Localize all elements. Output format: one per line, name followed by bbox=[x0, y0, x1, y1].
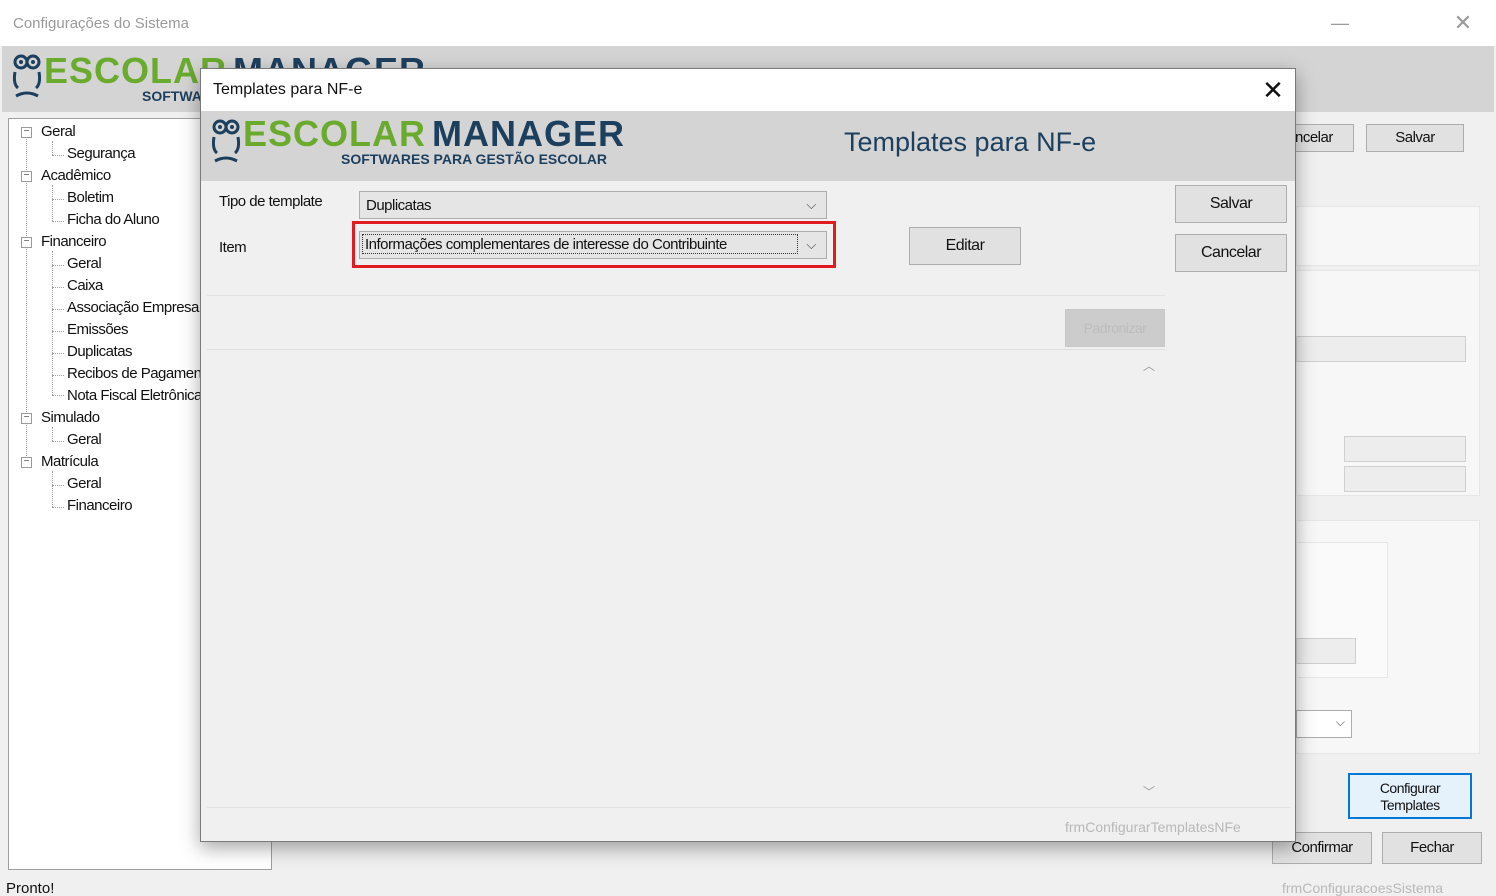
separator bbox=[207, 807, 1291, 808]
bg-title-bar: Configurações do Sistema — ✕ bbox=[0, 0, 1496, 46]
tree-expander-icon[interactable]: − bbox=[21, 413, 32, 424]
tree-node-geral[interactable]: Geral bbox=[41, 123, 76, 140]
dialog-title: Templates para NF-e bbox=[213, 81, 363, 98]
tree-node-simulado[interactable]: Simulado bbox=[41, 409, 100, 426]
tree-node-associacao-empresa[interactable]: Associação Empresa bbox=[67, 299, 199, 316]
bg-disabled-combo bbox=[1296, 638, 1356, 664]
tree-node-emissoes[interactable]: Emissões bbox=[67, 321, 129, 338]
save-button[interactable]: Salvar bbox=[1175, 185, 1287, 223]
cancel-button[interactable]: Cancelar bbox=[1175, 234, 1287, 272]
tree-expander-icon[interactable]: − bbox=[21, 237, 32, 248]
tree-node-nfe[interactable]: Nota Fiscal Eletrônica bbox=[67, 387, 202, 404]
minimize-icon[interactable]: — bbox=[1328, 8, 1352, 38]
bg-settings-panel bbox=[1296, 206, 1480, 266]
bg-settings-panel bbox=[1296, 270, 1480, 496]
separator bbox=[207, 295, 1165, 296]
template-editor[interactable] bbox=[207, 349, 1165, 803]
bg-disabled-field bbox=[1344, 436, 1466, 462]
bg-disabled-field bbox=[1344, 466, 1466, 492]
bg-combo[interactable]: ⌵ bbox=[1296, 710, 1352, 738]
dialog-title-bar: Templates para NF-e ✕ bbox=[201, 69, 1295, 111]
bg-disabled-combo bbox=[1296, 336, 1466, 362]
status-text: Pronto! bbox=[6, 880, 55, 896]
tree-node-recibos[interactable]: Recibos de Pagamento bbox=[67, 365, 213, 382]
dialog-form-name: frmConfigurarTemplatesNFe bbox=[1065, 819, 1241, 835]
scroll-up-icon[interactable]: ︿ bbox=[1143, 357, 1155, 374]
tree-node-boletim[interactable]: Boletim bbox=[67, 189, 114, 206]
close-button[interactable]: Fechar bbox=[1382, 832, 1482, 864]
templates-nfe-dialog: Templates para NF-e ✕ ESCOLAR MANAGER SOF… bbox=[200, 68, 1296, 842]
dialog-close-icon[interactable]: ✕ bbox=[1253, 73, 1293, 107]
dialog-logo-subtitle: SOFTWARES PARA GESTÃO ESCOLAR bbox=[341, 151, 608, 167]
edit-button[interactable]: Editar bbox=[909, 227, 1021, 265]
tree-node-ficha-aluno[interactable]: Ficha do Aluno bbox=[67, 211, 160, 228]
chevron-down-icon: ⌵ bbox=[806, 197, 816, 212]
tree-node-caixa[interactable]: Caixa bbox=[67, 277, 103, 294]
tree-node-seguranca[interactable]: Segurança bbox=[67, 145, 136, 162]
tree-node-sim-geral[interactable]: Geral bbox=[67, 431, 102, 448]
tree-expander-icon[interactable]: − bbox=[21, 171, 32, 182]
bg-cancel-button[interactable]: ncelar bbox=[1290, 124, 1354, 152]
tree-expander-icon[interactable]: − bbox=[21, 457, 32, 468]
template-type-label: Tipo de template bbox=[219, 193, 323, 210]
dialog-logo-wordmark: ESCOLAR MANAGER bbox=[243, 113, 626, 154]
bg-window-title: Configurações do Sistema bbox=[13, 15, 189, 32]
scroll-down-icon[interactable]: ﹀ bbox=[1143, 783, 1155, 800]
template-type-value: Duplicatas bbox=[366, 197, 432, 214]
dialog-logo-banner: ESCOLAR MANAGER SOFTWARES PARA GESTÃO ESC… bbox=[201, 111, 1295, 181]
defaults-button: Padronizar bbox=[1065, 309, 1165, 347]
tree-node-mat-financeiro[interactable]: Financeiro bbox=[67, 497, 133, 514]
tree-node-matricula[interactable]: Matrícula bbox=[41, 453, 99, 470]
tree-node-duplicatas[interactable]: Duplicatas bbox=[67, 343, 133, 360]
tree-node-financeiro[interactable]: Financeiro bbox=[41, 233, 107, 250]
bg-form-name: frmConfiguracoesSistema bbox=[1282, 880, 1444, 896]
tree-node-academico[interactable]: Acadêmico bbox=[41, 167, 111, 184]
item-select-highlight bbox=[352, 221, 836, 268]
tree-node-mat-geral[interactable]: Geral bbox=[67, 475, 102, 492]
owl-logo-icon bbox=[12, 54, 42, 98]
configure-templates-button[interactable]: Configurar Templates bbox=[1348, 773, 1472, 819]
template-type-select[interactable]: Duplicatas ⌵ bbox=[359, 191, 827, 219]
tree-node-fin-geral[interactable]: Geral bbox=[67, 255, 102, 272]
close-icon[interactable]: ✕ bbox=[1450, 8, 1476, 38]
dialog-heading: Templates para NF-e bbox=[844, 127, 1097, 157]
item-label: Item bbox=[219, 239, 247, 256]
owl-logo-icon bbox=[211, 119, 241, 163]
tree-expander-icon[interactable]: − bbox=[21, 127, 32, 138]
bg-save-button[interactable]: Salvar bbox=[1366, 124, 1464, 152]
